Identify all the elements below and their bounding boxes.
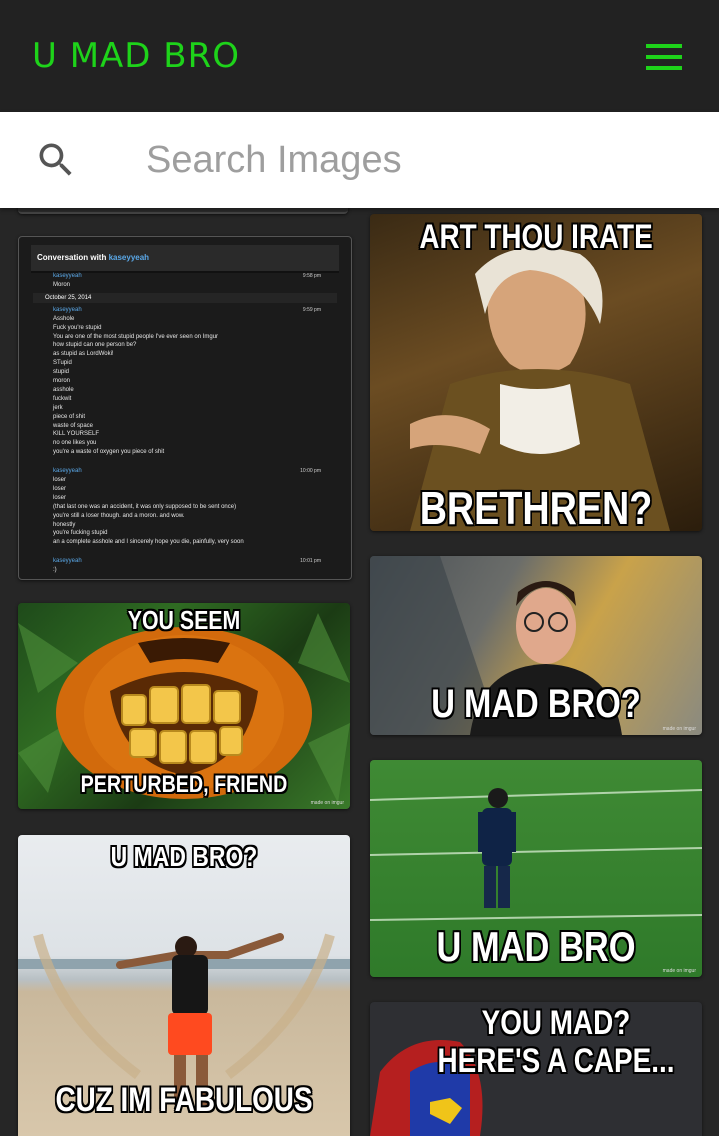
chat-message-line: asshole <box>53 386 74 393</box>
chat-message-line: loser <box>53 494 67 501</box>
meme-top-text: YOU MAD? <box>481 1004 631 1042</box>
chat-message-line: loser <box>53 477 67 483</box>
chat-message-user: kaseyyeah <box>53 306 82 313</box>
chat-title: Conversation with <box>37 253 107 262</box>
chat-message-line: no one likes you <box>53 440 97 447</box>
meme-bottom-text: BRETHREN? <box>419 482 653 531</box>
chat-message-line: STupid <box>53 360 72 367</box>
meme-top-text: YOU SEEM <box>127 605 241 635</box>
chat-message-time: 9:58 pm <box>302 273 321 279</box>
watermark: made on imgur <box>310 800 344 806</box>
image-card-pumpkin-meme[interactable]: YOU SEEM PERTURBED, FRIEND made on imgur <box>18 603 350 809</box>
meme-bottom-text: U MAD BRO <box>436 923 636 970</box>
chat-message-time: 10:01 pm <box>300 558 321 565</box>
meme-top-text: U MAD BRO? <box>110 841 258 872</box>
search-icon[interactable] <box>34 138 78 182</box>
chat-message-line: Asshole <box>53 315 75 322</box>
top-bar: U MAD BRO <box>0 0 719 112</box>
chat-message-line: piece of shit <box>53 413 86 420</box>
watermark: made on imgur <box>662 726 696 732</box>
chat-message-line: (that last one was an accident, it was o… <box>53 503 237 510</box>
image-card-irate-meme[interactable]: ART THOU IRATE BRETHREN? <box>370 214 702 531</box>
chat-message-line: fuckwit <box>53 395 72 402</box>
chat-message-line: KILL YOURSELF <box>53 431 100 438</box>
chat-message-line: how stupid can one person be? <box>53 342 137 349</box>
chat-username: kaseyyeah <box>108 253 150 262</box>
image-card-beach-meme[interactable]: U MAD BRO? CUZ IM FABULOUS <box>18 835 350 1136</box>
image-card-glasses-meme[interactable]: U MAD BRO? made on imgur <box>370 556 702 735</box>
chat-message-line: Moron <box>53 281 71 288</box>
chat-message-line: waste of space <box>53 422 94 429</box>
meme-bottom-text: PERTURBED, FRIEND <box>80 771 288 798</box>
chat-message-user: kaseyyeah <box>53 468 82 475</box>
chat-message-line: jerk <box>53 404 63 411</box>
image-card-chat-screenshot[interactable]: Conversation with kaseyyeah kaseyyeah 9:5… <box>18 236 352 580</box>
image-card-football-meme[interactable]: U MAD BRO made on imgur <box>370 760 702 977</box>
chat-message-line: honestly <box>53 521 76 528</box>
meme-bottom-text: CUZ IM FABULOUS <box>55 1081 313 1119</box>
search-input[interactable] <box>130 120 719 200</box>
meme-top-text-line2: HERE'S A CAPE... <box>437 1042 675 1080</box>
chat-message-line: as stupid as LordWoki! <box>53 351 114 358</box>
image-card-cape-meme[interactable]: YOU MAD? HERE'S A CAPE... <box>370 1002 702 1136</box>
chat-message-time: 9:59 pm <box>302 306 321 313</box>
chat-message-user: kaseyyeah <box>53 273 82 279</box>
chat-message-line: you're a waste of oxygen you piece of sh… <box>53 449 165 456</box>
app-logo[interactable]: U MAD BRO <box>32 36 240 76</box>
chat-message-line: Fuck you're stupid <box>53 324 102 331</box>
chat-message-line: You are one of the most stupid people I'… <box>53 333 219 340</box>
chat-message-line: stupid <box>53 369 70 376</box>
chat-header: Conversation with kaseyyeah <box>31 245 339 273</box>
chat-message-line: an a complete asshole and I sincerely ho… <box>53 539 244 546</box>
chat-message-line: loser <box>53 485 67 492</box>
chat-message-line: you're fucking stupid <box>53 530 108 537</box>
chat-message-user: kaseyyeah <box>53 558 82 565</box>
chat-message-line: moron <box>53 378 71 384</box>
chat-message-time: 10:00 pm <box>300 468 321 475</box>
meme-bottom-text: U MAD BRO? <box>431 682 641 726</box>
chat-message-line: :) <box>53 567 57 574</box>
chat-message-line: you're still a loser though. and a moron… <box>53 512 185 519</box>
chat-date-divider: October 25, 2014 <box>33 292 337 303</box>
meme-top-text: ART THOU IRATE <box>419 218 653 256</box>
hamburger-menu-icon[interactable] <box>640 40 688 76</box>
watermark: made on imgur <box>662 968 696 974</box>
